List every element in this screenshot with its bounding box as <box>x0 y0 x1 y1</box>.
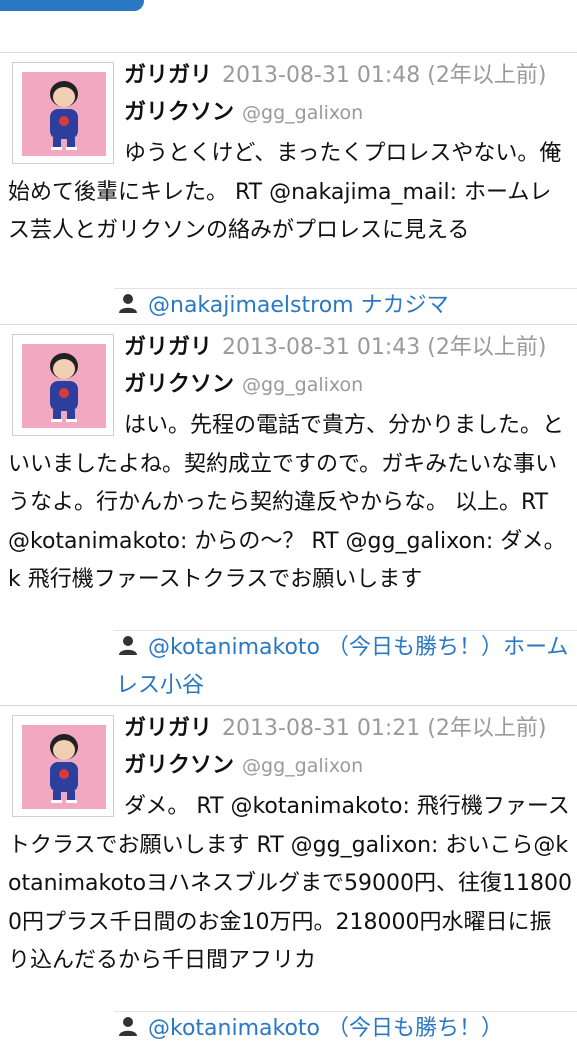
tweet-text: はい。先程の電話で貴方、分かりました。といいましたよね。契約成立ですので。ガキみ… <box>8 413 566 592</box>
person-icon <box>119 1017 137 1036</box>
mention-text[interactable]: @kotanimakoto （今日も勝ち！） <box>148 1016 503 1041</box>
person-icon <box>119 636 137 655</box>
user-handle[interactable]: @gg_galixon <box>242 374 363 396</box>
tweet-header: ガリガリ 2013-08-31 01:21 (2年以上前) <box>124 714 546 744</box>
divider <box>0 705 577 706</box>
tweet-text: ダメ。 RT @kotanimakoto: 飛行機ファーストクラスでお願いします… <box>8 794 573 973</box>
user-handle[interactable]: @gg_galixon <box>242 755 363 777</box>
tweet-user: ガリクソン @gg_galixon <box>124 370 363 400</box>
mention-link[interactable]: @kotanimakoto （今日も勝ち！）ホームレス小谷 <box>116 629 571 705</box>
mention-text[interactable]: @kotanimakoto （今日も勝ち！）ホームレス小谷 <box>116 635 568 698</box>
mention-text[interactable]: @nakajimaelstrom ナカジマ <box>148 293 449 318</box>
mention-link[interactable]: @kotanimakoto （今日も勝ち！） <box>116 1010 571 1048</box>
user-handle[interactable]: @gg_galixon <box>242 102 363 124</box>
top-tab-indicator[interactable] <box>0 0 144 11</box>
tweet-user: ガリクソン @gg_galixon <box>124 751 363 781</box>
tweet-user: ガリクソン @gg_galixon <box>124 98 363 128</box>
divider <box>0 52 577 53</box>
tweet-date[interactable]: 2013-08-31 01:43 (2年以上前) <box>222 335 546 360</box>
screen-name[interactable]: ガリクソン <box>124 753 234 778</box>
mention-link[interactable]: @nakajimaelstrom ナカジマ <box>116 287 571 325</box>
tweet-date[interactable]: 2013-08-31 01:21 (2年以上前) <box>222 716 546 741</box>
tweet-header: ガリガリ 2013-08-31 01:43 (2年以上前) <box>124 333 546 363</box>
divider <box>0 324 577 325</box>
person-icon <box>119 294 137 313</box>
display-name[interactable]: ガリガリ <box>124 335 212 360</box>
display-name[interactable]: ガリガリ <box>124 63 212 88</box>
display-name[interactable]: ガリガリ <box>124 716 212 741</box>
tweet-date[interactable]: 2013-08-31 01:48 (2年以上前) <box>222 63 546 88</box>
screen-name[interactable]: ガリクソン <box>124 100 234 125</box>
tweet-header: ガリガリ 2013-08-31 01:48 (2年以上前) <box>124 61 546 91</box>
screen-name[interactable]: ガリクソン <box>124 372 234 397</box>
tweet-text: ゆうとくけど、まったくプロレスやない。俺始めて後輩にキレた。 RT @nakaj… <box>8 141 562 243</box>
